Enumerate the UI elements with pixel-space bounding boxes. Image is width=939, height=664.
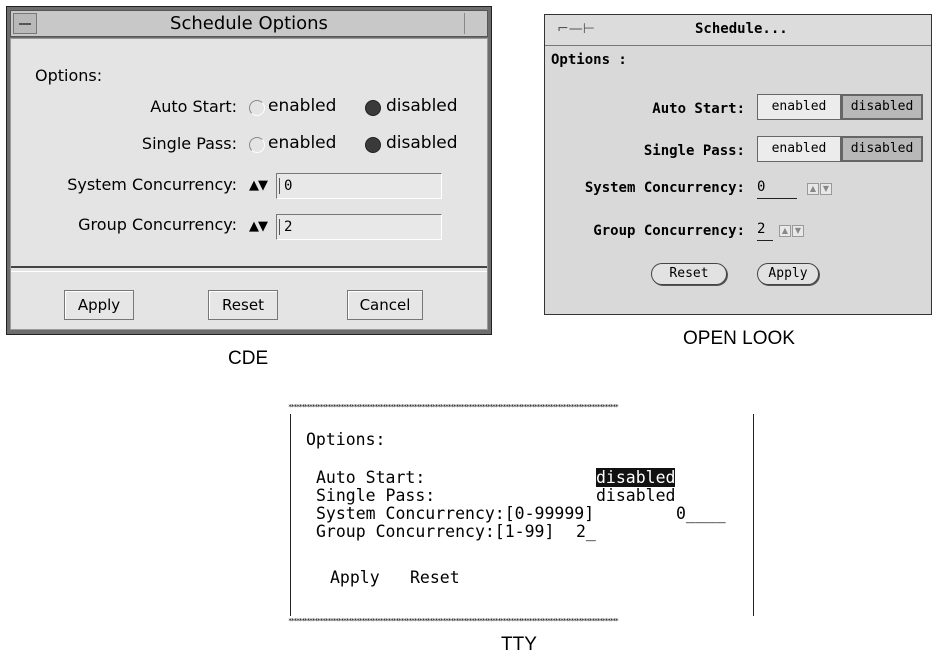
single-pass-enabled-label[interactable]: enabled [268,133,336,153]
system-concurrency-value[interactable]: 0 [757,179,765,195]
options-heading: Options: [35,66,103,85]
cde-caption: CDE [228,348,269,369]
group-concurrency-spin-arrows[interactable]: ▲▼ [249,219,268,234]
single-pass-disabled-label[interactable]: disabled [386,133,458,153]
cancel-button[interactable]: Cancel [347,290,423,320]
single-pass-label: Single Pass: [141,134,237,153]
auto-start-label: Auto Start: [652,101,745,117]
auto-start-disabled-choice[interactable]: disabled [841,94,923,120]
pushpin-icon[interactable]: ⌐—⊢ [557,21,595,37]
system-concurrency-label: System Concurrency:[0-99999] [316,504,595,523]
group-concurrency-label: Group Concurrency: [593,223,745,239]
single-pass-enabled-choice[interactable]: enabled [757,136,841,162]
separator [11,266,487,268]
reset-button[interactable]: Reset [651,263,727,285]
cde-window-title: Schedule Options [170,13,328,34]
single-pass-label: Single Pass: [643,143,745,159]
system-concurrency-underline [757,198,797,199]
auto-start-disabled-radio[interactable] [365,100,381,116]
system-concurrency-value[interactable]: 0____ [676,504,726,523]
group-concurrency-underline [757,240,773,241]
single-pass-disabled-choice[interactable]: disabled [841,136,923,162]
apply-button[interactable]: Apply [64,290,134,320]
single-pass-enabled-radio[interactable] [249,137,265,153]
group-concurrency-value: 2 [284,219,293,235]
separator-highlight [11,271,487,272]
cde-dialog-body: Options: Auto Start: enabled disabled Si… [10,38,488,330]
openlook-window-title: Schedule... [695,21,788,37]
cde-window: Schedule Options Options: Auto Start: en… [6,6,492,335]
cde-title-bar: Schedule Options [10,10,488,37]
single-pass-disabled-radio[interactable] [365,137,381,153]
group-concurrency-label: Group Concurrency: [78,215,237,234]
apply-button[interactable]: Apply [330,568,380,587]
tty-top-border: ****************************************… [288,404,619,410]
increment-arrow-icon[interactable]: ▲ [807,183,819,195]
decrement-arrow-icon[interactable]: ▼ [792,225,804,237]
auto-start-enabled-label[interactable]: enabled [268,96,336,116]
system-concurrency-value: 0 [284,178,293,194]
tty-bottom-border: ****************************************… [288,618,619,624]
tty-caption: TTY [501,634,537,655]
single-pass-value[interactable]: disabled [596,486,675,505]
tty-left-border [290,414,291,616]
group-concurrency-value[interactable]: 2_ [576,522,596,541]
openlook-window: ⌐—⊢ Schedule... Options : Auto Start: en… [544,14,932,315]
system-concurrency-label: System Concurrency: [67,175,237,194]
system-concurrency-field[interactable]: 0 [276,173,442,199]
auto-start-label: Auto Start: [150,97,237,116]
single-pass-label: Single Pass: [316,486,436,505]
system-concurrency-spin-arrows[interactable]: ▲▼ [249,178,268,193]
tty-right-border [753,414,754,616]
auto-start-disabled-label[interactable]: disabled [386,96,458,116]
group-concurrency-field[interactable]: 2 [276,214,442,240]
options-heading: Options: [306,430,386,449]
tty-screen: ****************************************… [288,404,755,624]
increment-arrow-icon[interactable]: ▲ [779,225,791,237]
decrement-arrow-icon[interactable]: ▼ [820,183,832,195]
openlook-header: ⌐—⊢ Schedule... [545,15,931,46]
auto-start-enabled-choice[interactable]: enabled [757,94,841,120]
window-menu-button[interactable] [13,13,37,34]
title-bar-right-edge [464,13,485,34]
auto-start-enabled-radio[interactable] [249,100,265,116]
reset-button[interactable]: Reset [410,568,460,587]
reset-button[interactable]: Reset [208,290,278,320]
group-concurrency-value[interactable]: 2 [757,221,765,237]
text-caret [279,178,280,194]
group-concurrency-label: Group Concurrency:[1-99] [316,522,555,541]
auto-start-value[interactable]: disabled [596,468,676,487]
system-concurrency-label: System Concurrency: [584,180,745,196]
openlook-caption: OPEN LOOK [683,328,795,349]
options-heading: Options : [551,52,627,68]
apply-button[interactable]: Apply [757,263,819,285]
auto-start-label: Auto Start: [316,468,426,487]
text-caret [279,219,280,235]
